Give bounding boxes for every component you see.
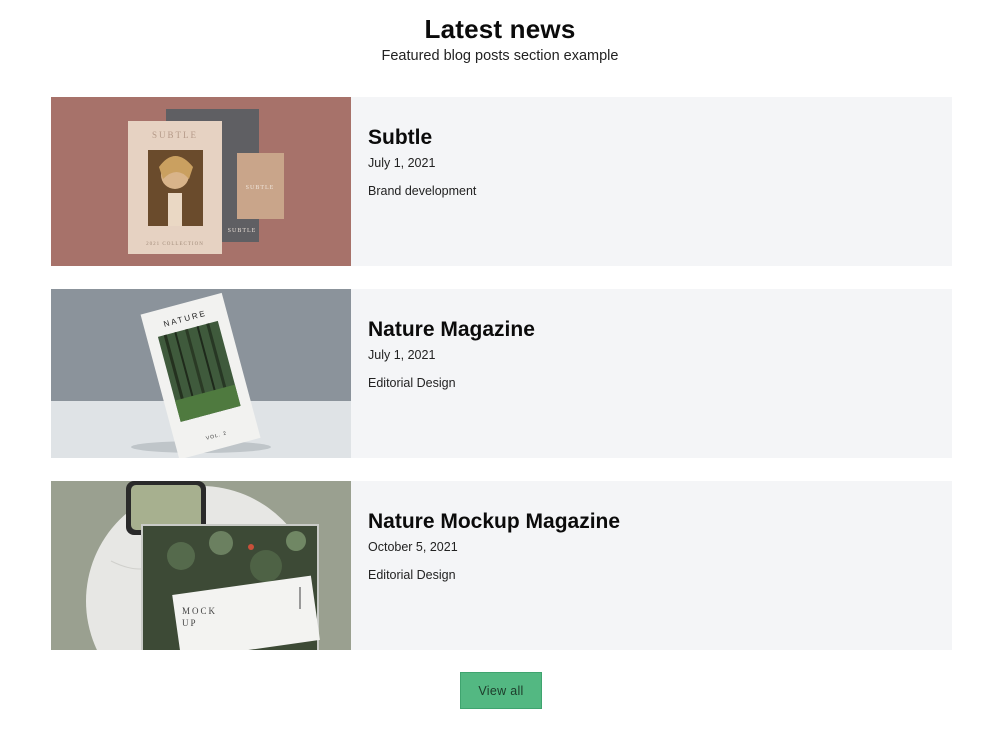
cover-collection-text: 2021 COLLECTION bbox=[146, 242, 204, 247]
blog-post-card[interactable]: NATURE VOL. 2 Nature Magazine July 1, 20… bbox=[51, 289, 952, 458]
section-header: Latest news Featured blog posts section … bbox=[0, 14, 1000, 66]
cover-brand-text: SUBTLE bbox=[152, 130, 198, 140]
post-category: Brand development bbox=[368, 184, 477, 198]
post-content: Nature Mockup Magazine October 5, 2021 E… bbox=[351, 481, 620, 650]
post-thumbnail[interactable]: MOCK UP bbox=[51, 481, 351, 650]
cover-text-line2: UP bbox=[182, 618, 198, 628]
post-title[interactable]: Subtle bbox=[368, 125, 476, 151]
post-content: Subtle July 1, 2021 Brand development bbox=[351, 97, 476, 266]
blog-post-card[interactable]: MOCK UP Nature Mockup Magazine October 5… bbox=[51, 481, 952, 650]
post-category: Editorial Design bbox=[368, 376, 456, 390]
post-thumbnail[interactable]: NATURE VOL. 2 bbox=[51, 289, 351, 458]
blog-post-card[interactable]: SUBTLE 2021 COLLECTION SUBTLE SUBTLE Sub… bbox=[51, 97, 952, 266]
post-title[interactable]: Nature Mockup Magazine bbox=[368, 509, 620, 535]
post-category: Editorial Design bbox=[368, 568, 456, 582]
post-date: July 1, 2021 bbox=[368, 348, 436, 362]
post-title[interactable]: Nature Magazine bbox=[368, 317, 535, 343]
cover-text-line1: MOCK bbox=[182, 606, 217, 616]
post-date: July 1, 2021 bbox=[368, 156, 436, 170]
post-date: October 5, 2021 bbox=[368, 540, 458, 554]
card-brand-text: SUBTLE bbox=[246, 185, 275, 191]
view-all-button[interactable]: View all bbox=[460, 672, 542, 709]
page-title: Latest news bbox=[424, 14, 576, 44]
post-thumbnail[interactable]: SUBTLE 2021 COLLECTION SUBTLE SUBTLE bbox=[51, 97, 351, 266]
post-content: Nature Magazine July 1, 2021 Editorial D… bbox=[351, 289, 535, 458]
page-subtitle: Featured blog posts section example bbox=[381, 48, 619, 64]
mockup-magazine-image: MOCK UP bbox=[51, 481, 351, 650]
subtle-mockup-image: SUBTLE 2021 COLLECTION SUBTLE SUBTLE bbox=[51, 97, 351, 266]
nature-magazine-image: NATURE VOL. 2 bbox=[51, 289, 351, 458]
back-brand-text: SUBTLE bbox=[228, 228, 257, 234]
